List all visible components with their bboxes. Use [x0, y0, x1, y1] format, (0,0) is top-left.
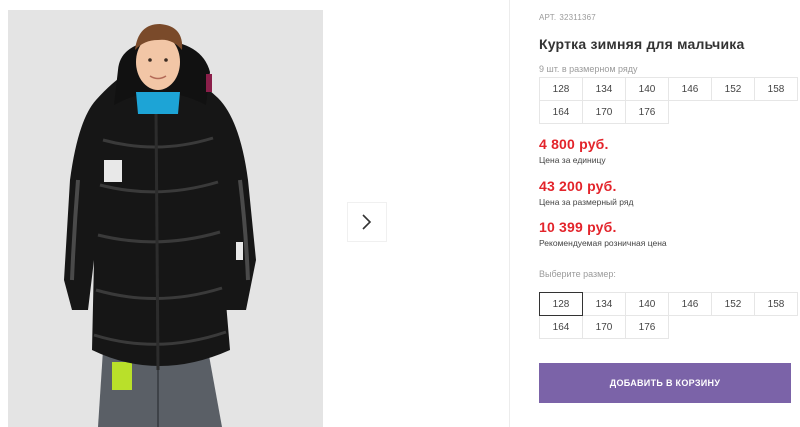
pack-size-cell: 158 [754, 77, 798, 101]
pack-sizes-grid: 128 134 140 146 152 158 164 170 176 [539, 77, 798, 124]
next-image-button[interactable] [348, 203, 386, 241]
size-option-164[interactable]: 164 [539, 315, 583, 339]
pack-size-cell: 170 [582, 100, 626, 124]
product-title: Куртка зимняя для мальчика [539, 36, 745, 52]
pack-size-cell: 146 [668, 77, 712, 101]
size-option-152[interactable]: 152 [711, 292, 755, 316]
pack-size-cell: 152 [711, 77, 755, 101]
pack-price-label: Цена за размерный ряд [539, 197, 634, 207]
retail-price: 10 399 руб. [539, 219, 617, 235]
size-picker-label: Выберите размер: [539, 269, 616, 279]
size-option-140[interactable]: 140 [625, 292, 669, 316]
size-picker-grid: 128 134 140 146 152 158 164 170 176 [539, 292, 798, 339]
unit-price: 4 800 руб. [539, 136, 609, 152]
article-label: АРТ. [539, 13, 557, 22]
size-option-176[interactable]: 176 [625, 315, 669, 339]
article-number: АРТ. 32311367 [539, 13, 596, 22]
chevron-right-icon [362, 214, 372, 230]
size-option-170[interactable]: 170 [582, 315, 626, 339]
pack-size-cell: 134 [582, 77, 626, 101]
product-info-panel: АРТ. 32311367 Куртка зимняя для мальчика … [539, 0, 800, 427]
size-option-128[interactable]: 128 [539, 292, 583, 316]
product-gallery [0, 0, 510, 427]
pack-size-cell: 176 [625, 100, 669, 124]
pack-size-cell: 140 [625, 77, 669, 101]
product-photo[interactable] [8, 10, 323, 427]
pack-size-note: 9 шт. в размерном ряду [539, 64, 638, 74]
pack-size-cell: 164 [539, 100, 583, 124]
article-value: 32311367 [559, 13, 596, 22]
size-option-146[interactable]: 146 [668, 292, 712, 316]
pack-size-cell: 128 [539, 77, 583, 101]
add-to-cart-button[interactable]: ДОБАВИТЬ В КОРЗИНУ [539, 363, 791, 403]
pack-price: 43 200 руб. [539, 178, 617, 194]
size-option-134[interactable]: 134 [582, 292, 626, 316]
unit-price-label: Цена за единицу [539, 155, 606, 165]
size-option-158[interactable]: 158 [754, 292, 798, 316]
retail-price-label: Рекомендуемая розничная цена [539, 238, 667, 248]
product-photo-image [8, 10, 323, 427]
